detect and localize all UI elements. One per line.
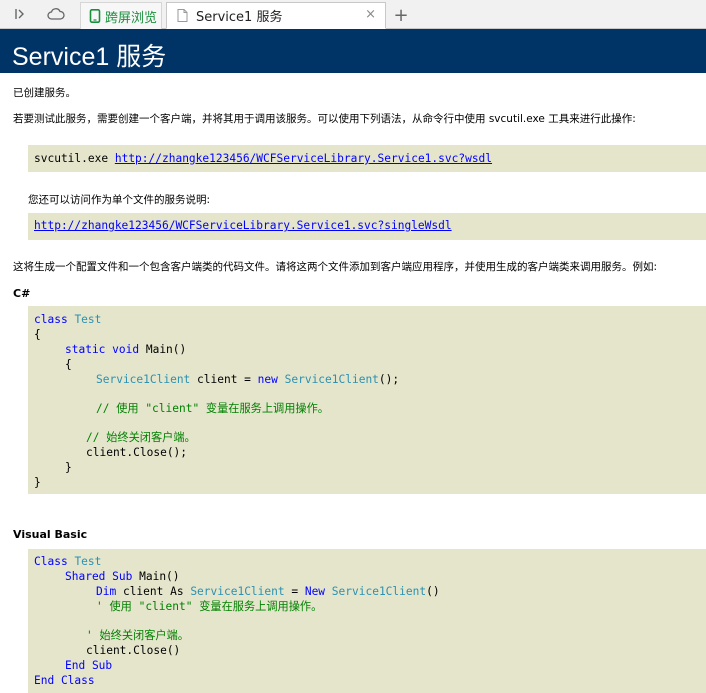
cloud-icon[interactable]	[40, 0, 72, 28]
tab-service1[interactable]: Service1 服务 ×	[166, 2, 386, 29]
code-text: client.Close()	[86, 644, 181, 657]
code-brace: }	[34, 476, 41, 489]
code-type: Service1Client	[96, 373, 191, 386]
wsdl-link[interactable]: http://zhangke123456/WCFServiceLibrary.S…	[115, 152, 492, 165]
code-keyword: New	[304, 585, 326, 598]
code-keyword: class	[34, 313, 68, 326]
code-keyword: static void	[65, 343, 140, 356]
browser-tab-bar: 跨屏浏览 Service1 服务 × +	[0, 0, 706, 29]
created-text: 已创建服务。	[13, 87, 76, 99]
code-type: Service1Client	[190, 585, 285, 598]
code-keyword: Dim	[96, 585, 117, 598]
intro-text: 若要测试此服务，需要创建一个客户端，并将其用于调用该服务。可以使用下列语法，从命…	[13, 113, 636, 125]
code-text: ();	[378, 373, 400, 386]
tab-title: Service1 服务	[196, 10, 283, 25]
svcutil-command: svcutil.exe	[34, 152, 109, 165]
page-icon	[177, 9, 188, 22]
code-comment: ' 始终关闭客户端。	[86, 629, 189, 642]
single-wsdl-box: http://zhangke123456/WCFServiceLibrary.S…	[28, 213, 706, 240]
code-keyword: End Sub	[65, 659, 113, 672]
code-text: =	[284, 585, 305, 598]
vb-code-box: Class Test Shared Sub Main() Dim client …	[28, 549, 706, 693]
csharp-code-box: class Test { static void Main() { Servic…	[28, 306, 706, 494]
code-text: ()	[426, 585, 440, 598]
code-keyword: Class	[34, 555, 68, 568]
code-keyword: new	[257, 373, 278, 386]
sidebar-toggle-icon[interactable]	[4, 0, 36, 28]
single-file-text: 您还可以访问作为单个文件的服务说明:	[28, 194, 211, 206]
code-type: Test	[74, 313, 102, 326]
code-keyword: Shared Sub	[65, 570, 133, 583]
code-text: client As	[116, 585, 191, 598]
code-text: client =	[190, 373, 258, 386]
code-comment: ' 使用 "client" 变量在服务上调用操作。	[96, 600, 323, 613]
page-header: Service1 服务	[0, 29, 706, 73]
close-tab-icon[interactable]: ×	[365, 7, 376, 22]
svcutil-box: svcutil.exe http://zhangke123456/WCFServ…	[28, 145, 706, 172]
page-title: Service1 服务	[12, 43, 167, 71]
code-text: Main()	[145, 343, 187, 356]
code-text: client.Close();	[86, 446, 188, 459]
single-wsdl-link[interactable]: http://zhangke123456/WCFServiceLibrary.S…	[34, 219, 452, 232]
code-text: Main()	[139, 570, 180, 583]
code-type: Service1Client	[331, 585, 427, 598]
csharp-heading: C#	[13, 287, 31, 300]
vb-heading: Visual Basic	[13, 528, 88, 541]
code-brace: {	[65, 358, 72, 371]
new-tab-button[interactable]: +	[389, 2, 413, 28]
code-brace: }	[65, 461, 72, 474]
code-type: Service1Client	[284, 373, 379, 386]
tab-cross-screen[interactable]: 跨屏浏览	[80, 2, 162, 29]
code-comment: // 始终关闭客户端。	[86, 431, 196, 444]
code-keyword: End Class	[34, 674, 95, 687]
code-type: Test	[74, 555, 102, 568]
generate-text: 这将生成一个配置文件和一个包含客户端类的代码文件。请将这两个文件添加到客户端应用…	[13, 261, 658, 273]
code-comment: // 使用 "client" 变量在服务上调用操作。	[96, 402, 329, 415]
tab-label: 跨屏浏览	[105, 10, 158, 26]
phone-icon	[89, 9, 101, 23]
code-brace: {	[34, 328, 41, 341]
